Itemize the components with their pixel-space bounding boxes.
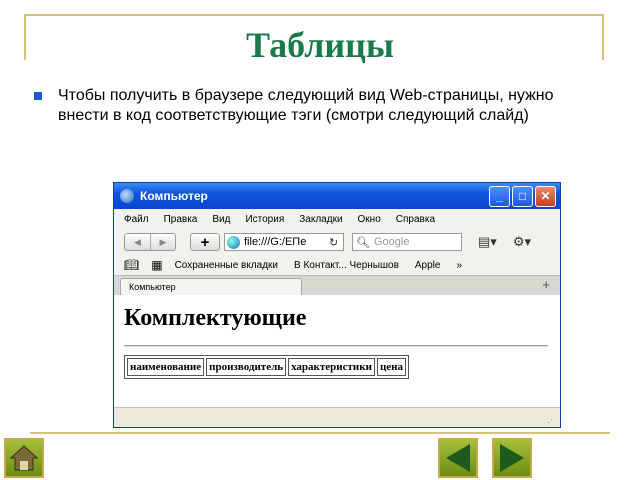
status-bar: ⋰ (114, 407, 560, 427)
close-button[interactable]: ✕ (535, 185, 556, 207)
bullet-square-icon (34, 92, 42, 100)
bookmark-apple[interactable]: Apple (415, 260, 441, 271)
address-bar[interactable]: file:///G:/EПе ↻ (224, 233, 344, 251)
table-header-specs: характеристики (288, 358, 375, 376)
tab-bar: Компьютер + (114, 275, 560, 296)
page-menu-icon[interactable]: ▤▾ (478, 234, 497, 250)
table-header-price: цена (376, 358, 406, 376)
bullet-text: Чтобы получить в браузере следующий вид … (58, 87, 554, 124)
bookmark-saved-tabs[interactable]: Сохраненные вкладки (175, 260, 278, 271)
bullet-item: Чтобы получить в браузере следующий вид … (34, 86, 594, 126)
maximize-button[interactable]: □ (512, 185, 533, 207)
home-button[interactable] (4, 438, 44, 478)
menu-edit[interactable]: Правка (164, 214, 198, 225)
more-bookmarks-icon[interactable]: » (456, 260, 462, 271)
next-slide-button[interactable] (492, 438, 532, 478)
menu-view[interactable]: Вид (212, 214, 230, 225)
minimize-button[interactable]: _ (489, 185, 510, 207)
add-bookmark-button[interactable]: + (190, 233, 220, 251)
page-heading: Комплектующие (124, 305, 307, 331)
tab-computer[interactable]: Компьютер (120, 278, 302, 296)
horizontal-rule (124, 345, 548, 347)
browser-window: Компьютер _ □ ✕ Файл Правка Вид История … (113, 182, 561, 428)
menu-window[interactable]: Окно (358, 214, 381, 225)
forward-arrow-icon[interactable]: ▶ (150, 234, 175, 250)
search-placeholder: Google (373, 236, 410, 248)
menu-bookmarks[interactable]: Закладки (299, 214, 342, 225)
search-icon: 🔍︎ (356, 236, 370, 249)
menu-bar: Файл Правка Вид История Закладки Окно Сп… (114, 209, 560, 229)
page-content: Комплектующие наименование производитель… (114, 295, 560, 407)
browser-app-icon (120, 189, 134, 203)
menu-history[interactable]: История (245, 214, 284, 225)
menu-file[interactable]: Файл (124, 214, 149, 225)
home-icon (9, 445, 39, 471)
back-arrow-icon[interactable]: ◀ (125, 234, 150, 250)
next-slide-icon (500, 444, 524, 472)
table-row: наименование производитель характеристик… (127, 358, 406, 376)
table-header-name: наименование (127, 358, 205, 376)
resize-grip-icon[interactable]: ⋰ (547, 414, 556, 425)
slide-frame-top (24, 14, 604, 16)
previous-slide-icon (446, 444, 470, 472)
menu-help[interactable]: Справка (396, 214, 435, 225)
slide-title: Таблицы (245, 25, 394, 65)
book-icon[interactable]: 📖︎ (124, 258, 139, 272)
globe-icon (227, 235, 240, 249)
bookmark-vkontakte[interactable]: В Контакт... Чернышов (294, 260, 399, 271)
slide-frame-bottom (30, 432, 610, 434)
table-header-manufacturer: производитель (206, 358, 287, 376)
title-bar[interactable]: Компьютер _ □ ✕ (114, 183, 560, 209)
reload-icon[interactable]: ↻ (329, 236, 343, 249)
bookmarks-bar: 📖︎ ▦ Сохраненные вкладки В Контакт... Че… (114, 255, 560, 275)
url-text: file:///G:/EПе (244, 236, 307, 248)
new-tab-icon[interactable]: + (542, 277, 550, 292)
back-forward-group: ◀ ▶ (124, 233, 176, 251)
navigation-toolbar: ◀ ▶ + file:///G:/EПе ↻ 🔍︎ Google ▤▾ ⚙▾ (114, 229, 560, 255)
previous-slide-button[interactable] (438, 438, 478, 478)
grid-icon[interactable]: ▦ (151, 258, 162, 272)
gear-icon[interactable]: ⚙▾ (513, 234, 531, 250)
window-title: Компьютер (140, 189, 208, 203)
search-input[interactable]: 🔍︎ Google (352, 233, 462, 251)
components-table: наименование производитель характеристик… (124, 355, 409, 379)
